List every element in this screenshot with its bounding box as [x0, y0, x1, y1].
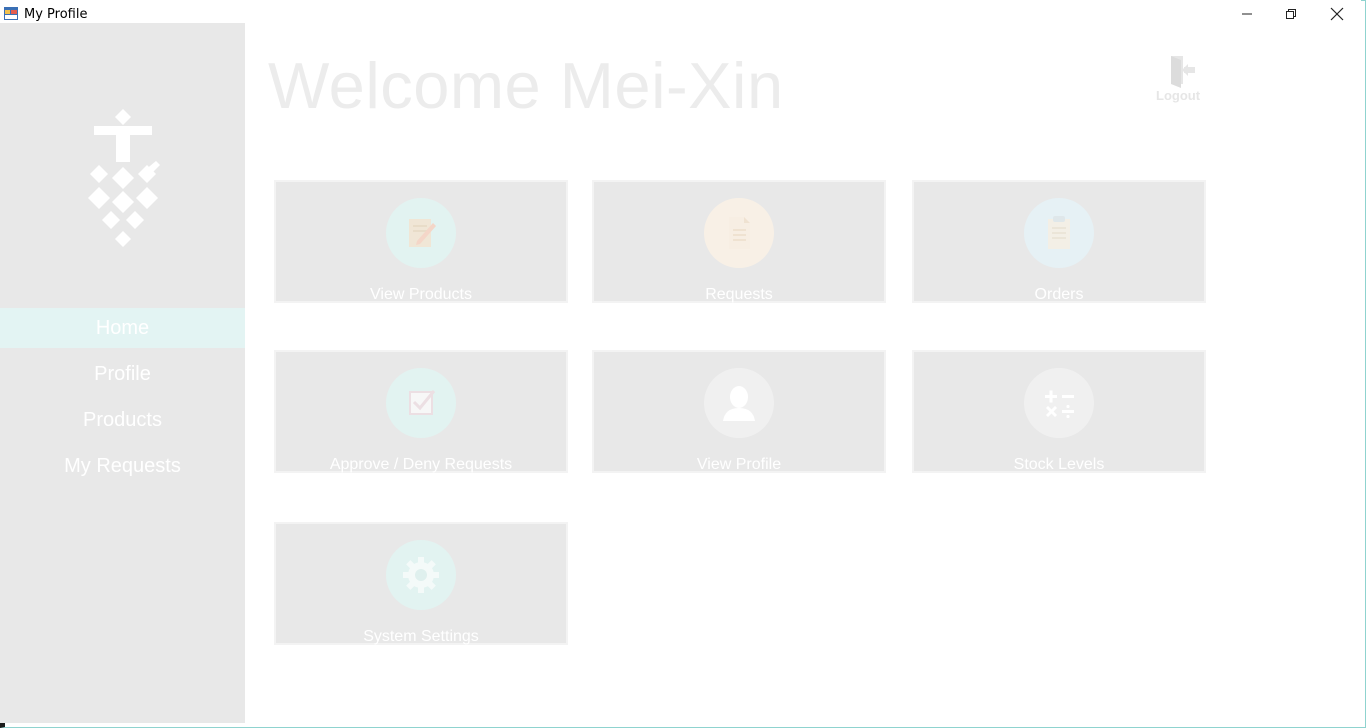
- sidebar-item-label: Profile: [94, 363, 151, 385]
- sidebar-item-profile[interactable]: Profile: [0, 354, 245, 394]
- calculator-icon: [1024, 368, 1094, 438]
- restore-icon: [1286, 9, 1296, 19]
- tile-label: Requests: [705, 286, 773, 303]
- tile-orders[interactable]: Orders: [912, 180, 1206, 303]
- sidebar-item-products[interactable]: Products: [0, 400, 245, 440]
- close-button[interactable]: [1314, 0, 1360, 28]
- tile-label: System Settings: [363, 628, 479, 645]
- tile-label: Orders: [1034, 286, 1084, 303]
- tile-system-settings[interactable]: System Settings: [274, 522, 568, 645]
- tile-label: Approve / Deny Requests: [329, 456, 513, 473]
- tile-requests[interactable]: Requests: [592, 180, 886, 303]
- close-icon: [1330, 7, 1344, 21]
- sidebar-item-label: Products: [83, 409, 162, 431]
- gear-icon: [386, 540, 456, 610]
- company-logo-icon: [88, 109, 160, 247]
- sidebar-item-home[interactable]: Home: [0, 308, 245, 348]
- minimize-button[interactable]: [1224, 0, 1270, 28]
- window-title: My Profile: [24, 7, 88, 22]
- welcome-heading: Welcome Mei-Xin: [268, 49, 784, 122]
- document-icon: [704, 198, 774, 268]
- tile-label: View Products: [370, 286, 472, 303]
- edit-document-icon: [386, 198, 456, 268]
- sidebar: Home Profile Products My Requests: [0, 23, 245, 723]
- tile-approve-deny-requests[interactable]: Approve / Deny Requests: [274, 350, 568, 473]
- minimize-icon: [1242, 13, 1252, 15]
- logout-icon: [1171, 56, 1195, 88]
- logout-label: Logout: [1156, 88, 1201, 103]
- tile-view-profile[interactable]: View Profile: [592, 350, 886, 473]
- restore-button[interactable]: [1268, 0, 1314, 28]
- user-icon: [704, 368, 774, 438]
- checkbox-icon: [386, 368, 456, 438]
- tile-label: View Profile: [696, 456, 782, 473]
- sidebar-item-my-requests[interactable]: My Requests: [0, 446, 245, 486]
- app-icon: [4, 7, 18, 20]
- tile-view-products[interactable]: View Products: [274, 180, 568, 303]
- sidebar-item-label: Home: [95, 317, 150, 339]
- tile-stock-levels[interactable]: Stock Levels: [912, 350, 1206, 473]
- sidebar-item-label: My Requests: [64, 455, 181, 477]
- clipboard-icon: [1024, 198, 1094, 268]
- logout-button[interactable]: Logout: [1150, 54, 1210, 104]
- tile-label: Stock Levels: [1013, 456, 1105, 473]
